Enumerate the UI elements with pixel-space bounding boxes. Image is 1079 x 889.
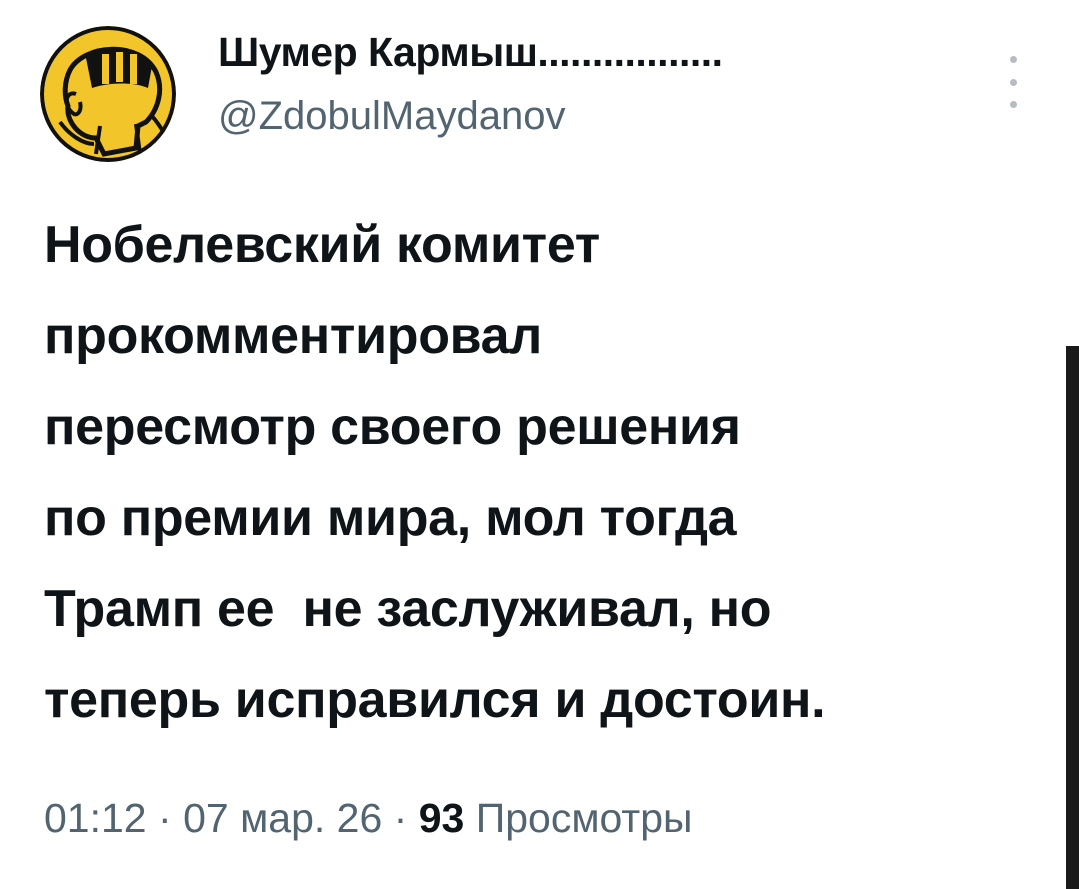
scrollbar[interactable] [1066, 346, 1079, 889]
more-dot [1009, 56, 1017, 63]
tweet-text-line: по премии мира, мол тогда [44, 489, 737, 547]
author-handle[interactable]: @ZdobulMaydanov [218, 94, 565, 138]
meta-separator: · [158, 795, 172, 841]
tweet-text: Нобелевский комитет прокомментировал пер… [44, 200, 1044, 746]
meta-separator: · [393, 795, 408, 841]
more-dot [1009, 78, 1017, 86]
avatar[interactable] [40, 26, 176, 162]
tweet-time[interactable]: 01:12 [44, 795, 147, 841]
more-options-icon[interactable] [1000, 56, 1026, 108]
views-label[interactable]: Просмотры [476, 795, 693, 841]
tweet-text-line: теперь исправился и достоин. [44, 671, 826, 729]
tweet-text-line: Трамп ее не заслуживал, но [44, 580, 772, 638]
more-dot [1009, 101, 1017, 108]
author-display-name[interactable]: Шумер Кармыш................. [218, 29, 723, 75]
tweet-meta: 01:12 · 07 мар. 26 · 93 Просмотры [44, 795, 693, 841]
views-count[interactable]: 93 [419, 795, 465, 841]
tweet-date[interactable]: 07 мар. 26 [183, 795, 382, 841]
tweet-text-line: Нобелевский комитет [44, 216, 600, 274]
tweet-text-line: прокомментировал [44, 307, 543, 365]
striped-head-avatar-icon [40, 26, 176, 162]
tweet-text-line: пересмотр своего решения [44, 398, 741, 456]
